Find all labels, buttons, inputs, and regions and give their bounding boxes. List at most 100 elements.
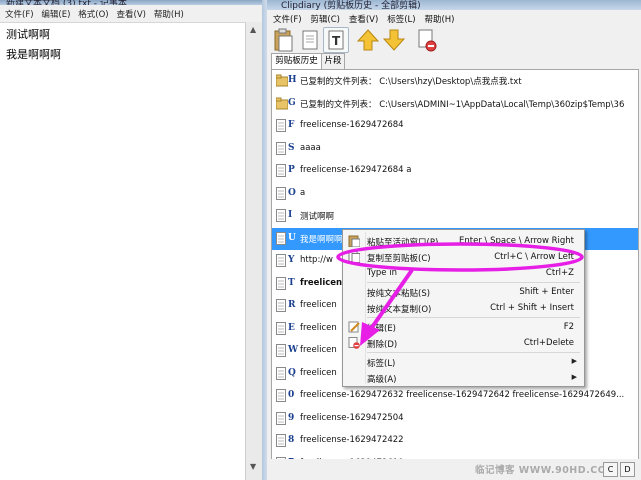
menu-file[interactable]: 文件(F) — [273, 13, 302, 25]
edit-icon — [348, 321, 360, 333]
scroll-down-icon[interactable]: ▼ — [250, 462, 256, 471]
move-down-icon — [382, 29, 406, 51]
menu-separator — [367, 282, 580, 283]
menu-item-shortcut: Shift + Enter — [519, 287, 574, 297]
list-item[interactable]: Ffreelicense-1629472684 — [272, 115, 638, 137]
document-icon — [276, 299, 286, 312]
menu-item-shortcut: Ctrl+Delete — [523, 338, 574, 348]
menu-clip[interactable]: 剪辑(C) — [310, 13, 340, 25]
document-icon — [276, 389, 286, 402]
status-button-c[interactable]: C — [603, 462, 618, 477]
clip-text: 测试啊啊 — [300, 212, 335, 222]
menu-separator — [367, 352, 580, 353]
clip-text: freelicen — [300, 345, 337, 355]
menu-item-type-in[interactable]: Type in Ctrl+Z — [345, 265, 582, 281]
menu-item-shortcut: F2 — [563, 322, 574, 332]
context-menu: 粘贴至活动窗口(P) Enter \ Space \ Arrow Right 复制至… — [342, 229, 585, 387]
clipdiary-titlebar[interactable]: Clipdiary (剪贴板历史 - 全部剪辑) — [267, 0, 641, 11]
clip-text: freelicen — [300, 300, 337, 310]
menu-item-edit[interactable]: 编辑(E) F2 — [345, 319, 582, 335]
hotkey-label: 8 — [288, 435, 295, 445]
menu-format[interactable]: 格式(O) — [78, 8, 108, 20]
folder-icon — [275, 97, 289, 110]
menu-item-label: 删除(D) — [367, 340, 398, 350]
plain-text-button[interactable]: T — [323, 27, 349, 53]
list-item[interactable]: 8 freelicense-1629472422 — [272, 430, 638, 452]
menu-item-label: 编辑(E) — [367, 324, 397, 334]
hotkey-label: R — [288, 300, 296, 310]
document-icon — [276, 232, 286, 245]
menu-help[interactable]: 帮助(H) — [154, 8, 184, 20]
move-up-button[interactable] — [355, 27, 381, 53]
clip-text: freelicen — [300, 323, 337, 333]
menu-item-shortcut: Ctrl+Z — [545, 268, 574, 278]
menu-view[interactable]: 查看(V) — [349, 13, 378, 25]
hotkey-label: G — [288, 98, 296, 108]
menu-item-label: 粘贴至活动窗口(P) — [367, 238, 439, 248]
menu-file[interactable]: 文件(F) — [5, 8, 34, 20]
paste-button[interactable] — [270, 27, 296, 53]
clip-text: 已复制的文件列表： C:\Users\hzy\Desktop\点我点我.txt — [300, 77, 522, 87]
hotkey-label: Y — [288, 255, 295, 265]
list-item[interactable]: Oa — [272, 183, 638, 205]
menu-item-label: 按纯文本复制(O) — [367, 305, 432, 315]
tab-snippets[interactable]: 片段 — [321, 53, 345, 69]
document-icon — [276, 209, 286, 222]
clipdiary-menubar: 文件(F) 剪辑(C) 查看(V) 标签(L) 帮助(H) — [267, 10, 641, 26]
list-item[interactable]: 9 freelicense-1629472504 — [272, 408, 638, 430]
menu-item-shortcut: Ctrl+C \ Arrow Left — [494, 252, 574, 262]
notepad-text-area[interactable]: 测试啊啊 我是啊啊啊 — [6, 25, 61, 65]
document-icon — [276, 277, 286, 290]
hotkey-label: T — [288, 278, 295, 288]
copy-icon — [302, 30, 318, 50]
menu-item-paste-plain[interactable]: 按纯文本粘贴(S) Shift + Enter — [345, 284, 582, 300]
list-item[interactable]: Saaaa — [272, 138, 638, 160]
svg-text:T: T — [332, 34, 341, 48]
clip-text: 我是啊啊啊 — [300, 235, 343, 245]
hotkey-label: U — [288, 233, 296, 243]
clip-text: a — [300, 188, 306, 198]
toolbar: T — [267, 26, 641, 53]
notepad-scrollbar[interactable]: ▲ ▼ — [245, 22, 263, 480]
clip-text: aaaa — [300, 143, 321, 153]
menu-item-label: 标签(L) — [367, 359, 396, 369]
list-item[interactable]: G 已复制的文件列表： C:\Users\ADMINI~1\AppData\Loc… — [272, 93, 638, 115]
tab-clipboard-history[interactable]: 剪贴板历史 — [271, 53, 322, 70]
menu-item-delete[interactable]: 删除(D) Ctrl+Delete — [345, 335, 582, 351]
clip-text: freelicen — [300, 278, 343, 288]
menu-item-label: 按纯文本粘贴(S) — [367, 289, 431, 299]
hotkey-label: H — [288, 75, 297, 85]
list-item[interactable]: H 已复制的文件列表： C:\Users\hzy\Desktop\点我点我.txt — [272, 70, 638, 92]
paste-icon — [348, 235, 361, 248]
menu-edit[interactable]: 编辑(E) — [41, 8, 70, 20]
clip-text: freelicense-1629472684 a — [300, 165, 412, 175]
hotkey-label: O — [288, 188, 296, 198]
document-icon — [276, 434, 286, 447]
list-item[interactable]: I 测试啊啊 — [272, 205, 638, 227]
document-icon — [276, 254, 286, 267]
menu-item-copy-plain[interactable]: 按纯文本复制(O) Ctrl + Shift + Insert — [345, 300, 582, 316]
hotkey-label: E — [288, 323, 295, 333]
delete-button[interactable] — [414, 27, 440, 53]
text-line: 我是啊啊啊 — [6, 48, 61, 61]
document-icon — [276, 164, 286, 177]
menu-view[interactable]: 查看(V) — [117, 8, 146, 20]
move-down-button[interactable] — [381, 27, 407, 53]
watermark-text: 临记博客 WWW.90HD.COM — [475, 465, 617, 476]
menu-labels[interactable]: 标签(L) — [387, 13, 415, 25]
document-icon — [276, 119, 286, 132]
menu-help[interactable]: 帮助(H) — [424, 13, 454, 25]
text-icon: T — [328, 30, 344, 50]
menu-item-copy-to-clipboard[interactable]: 复制至剪贴板(C) Ctrl+C \ Arrow Left — [345, 249, 582, 265]
list-item[interactable]: Pfreelicense-1629472684 a — [272, 160, 638, 182]
document-icon — [276, 142, 286, 155]
document-icon — [276, 367, 286, 380]
menu-item-paste-to-active[interactable]: 粘贴至活动窗口(P) Enter \ Space \ Arrow Right — [345, 233, 582, 249]
menu-item-advanced[interactable]: 高级(A) ▶ — [345, 370, 582, 386]
scroll-up-icon[interactable]: ▲ — [250, 25, 256, 34]
copy-button[interactable] — [297, 27, 323, 53]
list-item[interactable]: 0 freelicense-1629472632 freelicense-1629… — [272, 385, 638, 407]
status-button-d[interactable]: D — [620, 462, 635, 477]
clip-text: freelicen — [300, 368, 337, 378]
menu-item-labels[interactable]: 标签(L) ▶ — [345, 354, 582, 370]
